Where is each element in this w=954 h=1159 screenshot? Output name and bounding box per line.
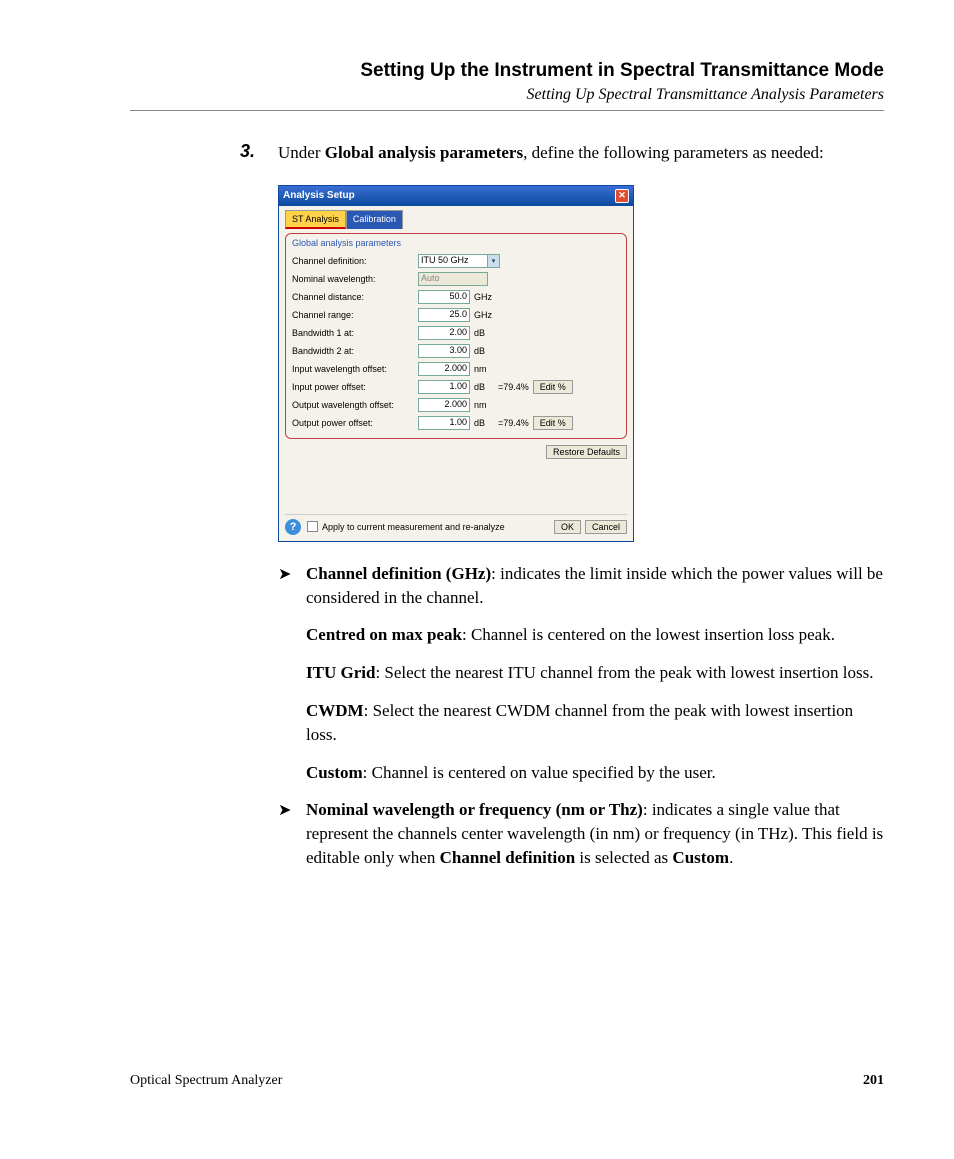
bullet-arrow-icon: ➤	[278, 562, 306, 610]
groupbox-title: Global analysis parameters	[292, 238, 620, 248]
input-power-offset-label: Input power offset:	[292, 382, 418, 392]
channel-range-input[interactable]: 25.0	[418, 308, 470, 322]
help-icon[interactable]: ?	[285, 519, 301, 535]
bandwidth2-label: Bandwidth 2 at:	[292, 346, 418, 356]
chevron-down-icon[interactable]: ▾	[488, 254, 500, 268]
para-cwdm: CWDM: Select the nearest CWDM channel fr…	[306, 699, 884, 747]
channel-definition-label: Channel definition:	[292, 256, 418, 266]
page-header-subtitle: Setting Up Spectral Transmittance Analys…	[130, 86, 884, 104]
bandwidth1-unit: dB	[474, 328, 494, 338]
nominal-wavelength-label: Nominal wavelength:	[292, 274, 418, 284]
channel-distance-unit: GHz	[474, 292, 494, 302]
tab-st-analysis[interactable]: ST Analysis	[285, 210, 346, 229]
output-power-offset-label: Output power offset:	[292, 418, 418, 428]
output-power-offset-pct: =79.4%	[498, 418, 529, 428]
bandwidth1-input[interactable]: 2.00	[418, 326, 470, 340]
output-power-offset-input[interactable]: 1.00	[418, 416, 470, 430]
apply-checkbox-label: Apply to current measurement and re-anal…	[322, 522, 550, 532]
output-wavelength-offset-input[interactable]: 2.000	[418, 398, 470, 412]
dialog-title: Analysis Setup	[283, 190, 615, 201]
analysis-setup-dialog: Analysis Setup ✕ ST Analysis Calibration…	[278, 185, 634, 542]
cancel-button[interactable]: Cancel	[585, 520, 627, 534]
para-itu-grid: ITU Grid: Select the nearest ITU channel…	[306, 661, 884, 685]
header-divider	[130, 110, 884, 111]
footer-page-number: 201	[863, 1073, 884, 1089]
input-power-offset-input[interactable]: 1.00	[418, 380, 470, 394]
nominal-wavelength-input: Auto	[418, 272, 488, 286]
output-wavelength-offset-unit: nm	[474, 400, 494, 410]
bullet-nominal-wavelength: Nominal wavelength or frequency (nm or T…	[306, 798, 884, 869]
para-centred-max-peak: Centred on max peak: Channel is centered…	[306, 623, 884, 647]
bandwidth1-label: Bandwidth 1 at:	[292, 328, 418, 338]
ok-button[interactable]: OK	[554, 520, 581, 534]
bullet-arrow-icon: ➤	[278, 798, 306, 869]
footer-product-name: Optical Spectrum Analyzer	[130, 1073, 282, 1089]
input-wavelength-offset-label: Input wavelength offset:	[292, 364, 418, 374]
tab-calibration[interactable]: Calibration	[346, 210, 403, 229]
bandwidth2-input[interactable]: 3.00	[418, 344, 470, 358]
channel-distance-label: Channel distance:	[292, 292, 418, 302]
dialog-titlebar: Analysis Setup ✕	[279, 186, 633, 206]
input-wavelength-offset-input[interactable]: 2.000	[418, 362, 470, 376]
channel-distance-input[interactable]: 50.0	[418, 290, 470, 304]
step-number: 3.	[240, 141, 278, 165]
channel-range-label: Channel range:	[292, 310, 418, 320]
close-icon[interactable]: ✕	[615, 189, 629, 203]
step-text: Under Global analysis parameters, define…	[278, 141, 824, 165]
edit-pct-button-input[interactable]: Edit %	[533, 380, 573, 394]
output-power-offset-unit: dB	[474, 418, 494, 428]
input-wavelength-offset-unit: nm	[474, 364, 494, 374]
bullet-channel-definition: Channel definition (GHz): indicates the …	[306, 562, 884, 610]
apply-checkbox[interactable]	[307, 521, 318, 532]
global-analysis-groupbox: Global analysis parameters Channel defin…	[285, 233, 627, 439]
edit-pct-button-output[interactable]: Edit %	[533, 416, 573, 430]
bandwidth2-unit: dB	[474, 346, 494, 356]
input-power-offset-pct: =79.4%	[498, 382, 529, 392]
restore-defaults-button[interactable]: Restore Defaults	[546, 445, 627, 459]
channel-range-unit: GHz	[474, 310, 494, 320]
para-custom: Custom: Channel is centered on value spe…	[306, 761, 884, 785]
input-power-offset-unit: dB	[474, 382, 494, 392]
channel-definition-select[interactable]: ITU 50 GHz	[418, 254, 488, 268]
output-wavelength-offset-label: Output wavelength offset:	[292, 400, 418, 410]
page-header-title: Setting Up the Instrument in Spectral Tr…	[130, 60, 884, 82]
